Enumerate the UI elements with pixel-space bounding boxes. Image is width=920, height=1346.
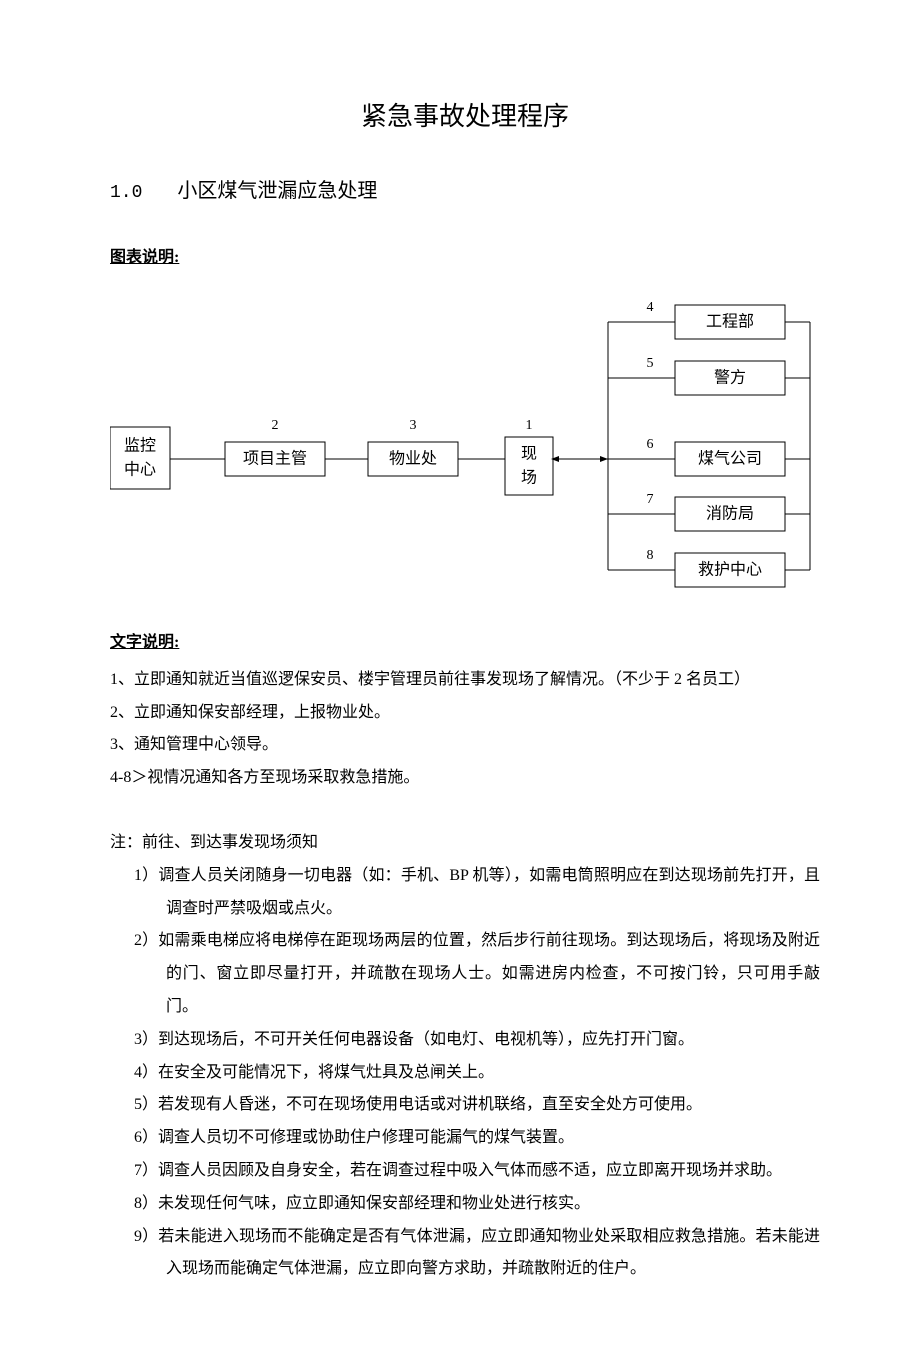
notes-heading: 注：前往、到达事发现场须知 [110,827,820,860]
desc-line-1: 1、立即通知就近当值巡逻保安员、楼宇管理员前往事发现场了解情况。（不少于 2 名… [110,664,820,697]
svg-text:4: 4 [647,300,654,315]
svg-text:1: 1 [526,418,533,433]
node-police: 警方 [714,369,746,387]
node-property-office: 物业处 [389,450,437,468]
svg-text:中心: 中心 [124,461,156,479]
svg-text:3: 3 [410,418,417,433]
text-description: 文字说明: 1、立即通知就近当值巡逻保安员、楼宇管理员前往事发现场了解情况。（不… [110,627,820,795]
svg-text:2: 2 [272,418,279,433]
desc-line-3: 3、通知管理中心领导。 [110,729,820,762]
note-1: 1）调查人员关闭随身一切电器（如：手机、BP 机等），如需电筒照明应在到达现场前… [110,860,820,926]
note-2: 2）如需乘电梯应将电梯停在距现场两层的位置，然后步行前往现场。到达现场后，将现场… [110,925,820,1023]
desc-line-2: 2、立即通知保安部经理，上报物业处。 [110,697,820,730]
section-text: 小区煤气泄漏应急处理 [177,180,377,202]
note-7: 7）调查人员因顾及自身安全，若在调查过程中吸入气体而感不适，应立即离开现场并求助… [110,1155,820,1188]
svg-text:场: 场 [521,469,537,487]
diagram-label: 图表说明: [110,242,179,275]
node-engineering: 工程部 [706,313,754,331]
node-monitor-center: 监控 [124,437,156,455]
text-label: 文字说明: [110,627,179,660]
page-title: 紧急事故处理程序 [110,90,820,143]
note-4: 4）在安全及可能情况下，将煤气灶具及总闸关上。 [110,1057,820,1090]
note-3: 3）到达现场后，不可开关任何电器设备（如电灯、电视机等），应先打开门窗。 [110,1024,820,1057]
notes-block: 注：前往、到达事发现场须知 1）调查人员关闭随身一切电器（如：手机、BP 机等）… [110,827,820,1286]
note-5: 5）若发现有人昏迷，不可在现场使用电话或对讲机联络，直至安全处方可使用。 [110,1089,820,1122]
note-6: 6）调查人员切不可修理或协助住户修理可能漏气的煤气装置。 [110,1122,820,1155]
node-fire-dept: 消防局 [706,505,754,523]
note-9: 9）若未能进入现场而不能确定是否有气体泄漏，应立即通知物业处采取相应救急措施。若… [110,1221,820,1287]
note-8: 8）未发现任何气味，应立即通知保安部经理和物业处进行核实。 [110,1188,820,1221]
svg-text:6: 6 [647,437,654,452]
desc-line-4: 4-8＞视情况通知各方至现场采取救急措施。 [110,762,820,795]
svg-text:7: 7 [647,492,654,507]
node-gas-company: 煤气公司 [698,450,762,468]
node-ambulance: 救护中心 [698,561,762,579]
section-number: 1.0 [110,183,142,203]
svg-text:8: 8 [647,548,654,563]
svg-text:5: 5 [647,356,654,371]
node-project-supervisor: 项目主管 [243,450,307,468]
node-scene: 现 [521,446,537,463]
flow-diagram: 监控 中心 项目主管 2 物业处 3 现 场 1 工程部 4 警方 5 煤气公司 [110,287,820,597]
section-heading: 1.0 小区煤气泄漏应急处理 [110,171,820,212]
